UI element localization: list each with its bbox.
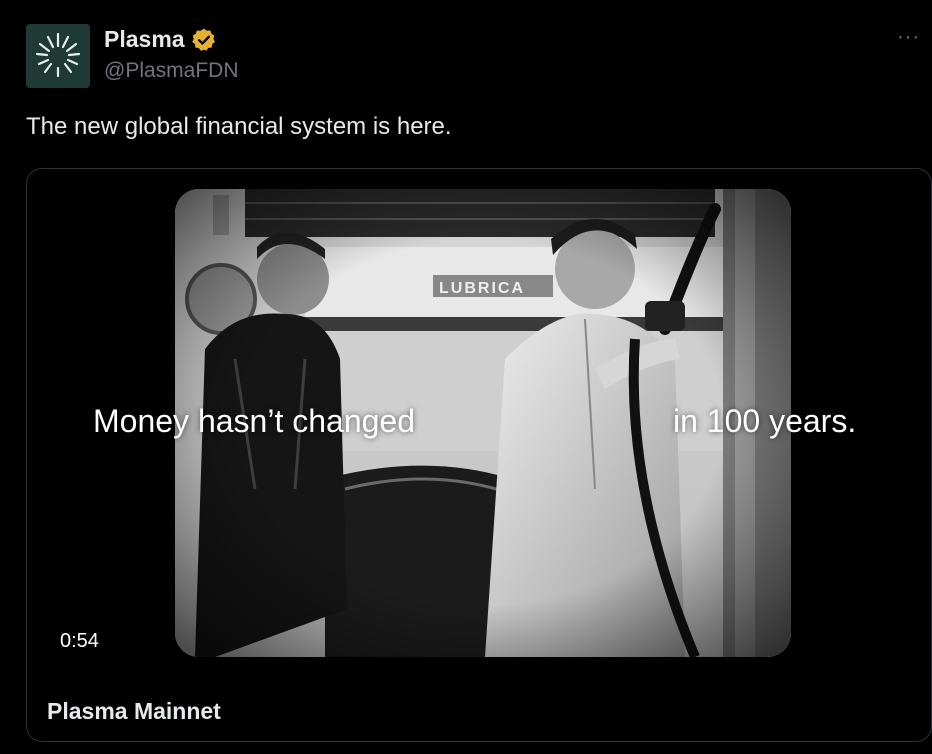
avatar[interactable] [26, 24, 90, 88]
tweet-text: The new global financial system is here. [26, 113, 452, 140]
verified-badge-icon [192, 28, 215, 51]
author-name[interactable]: Plasma [104, 26, 185, 53]
media-card[interactable]: LUBRICA Money hasn’t changed in 100 year… [26, 168, 932, 742]
video-caption-left: Money hasn’t changed [93, 403, 415, 439]
video-caption-right: in 100 years. [673, 403, 857, 439]
card-title[interactable]: Plasma Mainnet [47, 698, 221, 725]
sign-text: LUBRICA [439, 280, 525, 297]
video-player[interactable]: LUBRICA Money hasn’t changed in 100 year… [27, 169, 931, 667]
video-duration: 0:54 [60, 630, 99, 652]
more-options-icon[interactable]: ··· [897, 26, 920, 49]
plasma-logo-icon [26, 24, 90, 88]
author-handle[interactable]: @PlasmaFDN [104, 59, 239, 83]
